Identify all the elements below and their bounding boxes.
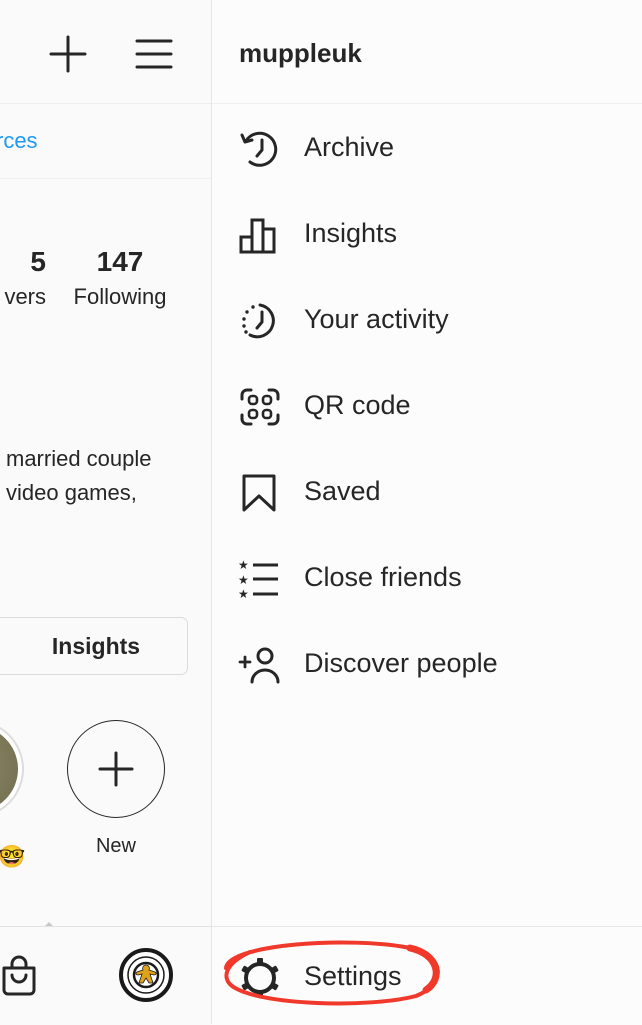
menu-item-insights[interactable]: Insights xyxy=(212,191,642,277)
menu-item-label: Insights xyxy=(304,218,398,248)
menu-item-label: Close friends xyxy=(304,562,462,592)
following-stat[interactable]: 147 Following xyxy=(64,246,176,310)
plus-icon xyxy=(98,751,134,787)
followers-count: 5 xyxy=(30,246,46,277)
username: muppleuk xyxy=(239,38,362,68)
profile-header xyxy=(0,0,211,104)
profile-insights-button[interactable]: Insights xyxy=(0,617,188,675)
menu-item-label: QR code xyxy=(304,390,411,420)
qr-code-icon xyxy=(240,388,280,426)
divider xyxy=(0,178,211,179)
settings-label: Settings xyxy=(304,961,402,991)
menu-item-label: Archive xyxy=(304,132,395,162)
svg-text:★: ★ xyxy=(238,587,249,599)
menu-item-label: Saved xyxy=(304,476,381,506)
story-highlight[interactable] xyxy=(0,720,24,818)
profile-bio: married couple video games, xyxy=(6,442,152,510)
side-menu-panel: muppleuk Archive Insights Your activity … xyxy=(212,0,642,1025)
menu-item-label: Discover people xyxy=(304,648,498,678)
create-plus-icon[interactable] xyxy=(48,34,88,74)
side-menu-header: muppleuk xyxy=(212,0,642,104)
resources-link[interactable]: rces xyxy=(0,128,38,154)
bookmark-icon xyxy=(242,474,276,512)
followers-label: vers xyxy=(4,284,46,309)
bio-line: video games, xyxy=(6,480,137,505)
following-count: 147 xyxy=(96,246,144,277)
activity-icon xyxy=(242,303,275,339)
menu-item-qr-code[interactable]: QR code xyxy=(212,363,642,449)
bio-line: married couple xyxy=(6,446,152,471)
menu-item-discover-people[interactable]: Discover people xyxy=(212,621,642,707)
hamburger-menu-icon[interactable] xyxy=(134,35,174,73)
archive-icon xyxy=(240,131,278,167)
menu-item-close-friends[interactable]: ★ ★ ★ Close friends xyxy=(212,535,642,621)
add-person-icon xyxy=(238,647,280,684)
menu-item-saved[interactable]: Saved xyxy=(212,449,642,535)
insights-icon xyxy=(239,218,276,254)
profile-avatar[interactable] xyxy=(119,948,173,1002)
new-highlight-label: New xyxy=(95,835,136,857)
svg-text:★: ★ xyxy=(238,559,249,572)
highlight-label-emoji: 🤓 xyxy=(0,844,26,869)
menu-item-label: Your activity xyxy=(304,304,449,334)
followers-stat[interactable]: 5 vers xyxy=(0,246,46,310)
menu-item-archive[interactable]: Archive xyxy=(212,105,642,191)
gear-icon xyxy=(241,958,279,998)
close-friends-icon: ★ ★ ★ xyxy=(238,559,278,599)
profile-panel: rces 5 vers 147 Following married couple… xyxy=(0,0,211,1024)
menu-item-settings[interactable]: Settings xyxy=(212,926,642,1024)
following-label: Following xyxy=(73,284,167,309)
highlight-cover-image xyxy=(0,726,18,812)
svg-text:★: ★ xyxy=(238,573,249,587)
shopping-bag-icon[interactable] xyxy=(0,954,38,996)
new-highlight-button[interactable] xyxy=(67,720,165,818)
menu-item-your-activity[interactable]: Your activity xyxy=(212,277,642,363)
